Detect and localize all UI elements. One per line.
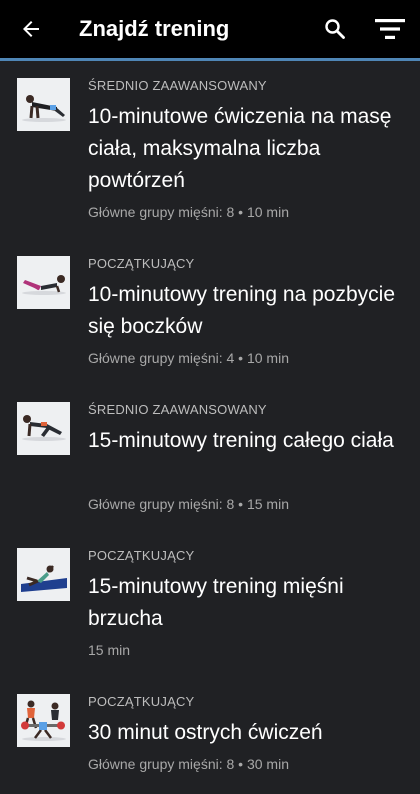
abs-exercise-image xyxy=(17,548,70,601)
mountain-climber-image xyxy=(17,402,70,455)
difficulty-label: POCZĄTKUJĄCY xyxy=(88,256,195,271)
workout-thumbnail xyxy=(17,402,70,455)
side-plank-image xyxy=(17,256,70,309)
filter-button[interactable] xyxy=(370,10,410,48)
search-icon xyxy=(325,19,345,39)
search-button[interactable] xyxy=(316,10,354,48)
difficulty-label: ŚREDNIO ZAAWANSOWANY xyxy=(88,78,267,93)
workout-list-item[interactable]: POCZĄTKUJĄCY 30 minut ostrych ćwiczeń Gł… xyxy=(0,694,420,794)
difficulty-label: ŚREDNIO ZAAWANSOWANY xyxy=(88,402,267,417)
workout-title: 15-minutowy trening całego ciała xyxy=(88,429,394,452)
workout-meta: Główne grupy mięśni: 8 • 15 min xyxy=(88,496,289,512)
workout-list-item[interactable]: ŚREDNIO ZAAWANSOWANY 10-minutowe ćwiczen… xyxy=(0,78,420,238)
find-workout-screen: Znajdź trening ŚREDNIO ZAAWANSOWANY 10-m… xyxy=(0,0,420,794)
toolbar-divider xyxy=(0,58,420,61)
workout-list-item[interactable]: POCZĄTKUJĄCY 10-minutowy trening na pozb… xyxy=(0,256,420,386)
workout-title: 10-minutowe ćwiczenia na masę ciała, mak… xyxy=(88,105,392,192)
workout-meta: Główne grupy mięśni: 8 • 30 min xyxy=(88,756,289,772)
difficulty-label: POCZĄTKUJĄCY xyxy=(88,694,195,709)
hiit-group-image xyxy=(17,694,70,747)
filter-icon xyxy=(375,19,405,39)
page-title: Znajdź trening xyxy=(79,16,230,41)
workout-thumbnail xyxy=(17,256,70,309)
workout-title: 30 minut ostrych ćwiczeń xyxy=(88,721,323,744)
workout-thumbnail xyxy=(17,694,70,747)
difficulty-label: POCZĄTKUJĄCY xyxy=(88,548,195,563)
top-app-bar: Znajdź trening xyxy=(0,0,420,58)
workout-list-item[interactable]: ŚREDNIO ZAAWANSOWANY 15-minutowy trening… xyxy=(0,402,420,532)
workout-meta: 15 min xyxy=(88,642,131,658)
workout-list-item[interactable]: POCZĄTKUJĄCY 15-minutowy trening mięśni … xyxy=(0,548,420,678)
arrow-left-icon xyxy=(23,21,39,37)
workout-meta: Główne grupy mięśni: 8 • 10 min xyxy=(88,204,289,220)
workout-thumbnail xyxy=(17,548,70,601)
workout-title: 10-minutowy trening na pozbycie się bocz… xyxy=(88,283,396,338)
workout-meta: Główne grupy mięśni: 4 • 10 min xyxy=(88,350,289,366)
pushup-image xyxy=(17,78,70,131)
workout-title: 15-minutowy trening mięśni brzucha xyxy=(88,575,344,630)
back-button[interactable] xyxy=(12,10,50,48)
workout-thumbnail xyxy=(17,78,70,131)
